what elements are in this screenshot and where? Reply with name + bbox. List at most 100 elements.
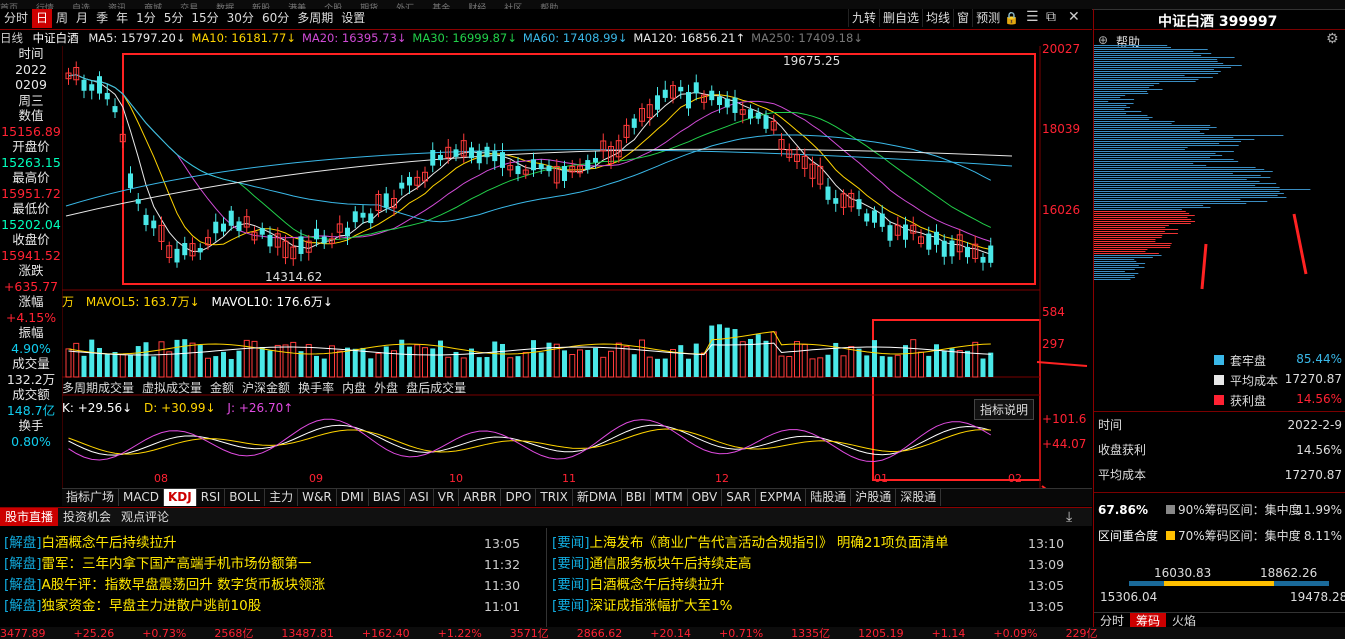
period-tab[interactable]: 60分: [258, 9, 293, 28]
period-tab[interactable]: 1分: [132, 9, 160, 28]
period-tab[interactable]: 5分: [160, 9, 188, 28]
indicator-tab[interactable]: TRIX: [536, 489, 573, 506]
toolbar-button[interactable]: 预测: [972, 9, 1003, 27]
indicator-tab[interactable]: DMI: [337, 489, 369, 506]
indicator-tab[interactable]: 主力: [265, 489, 299, 506]
news-title[interactable]: A股午评：指数早盘震荡回升 数字货币板块领涨: [42, 577, 326, 593]
news-item[interactable]: [解盘]白酒概念午后持续拉升 13:05: [4, 533, 520, 554]
indicator-tab[interactable]: ASI: [405, 489, 434, 506]
period-tab[interactable]: 分时: [0, 9, 32, 28]
indicator-tab[interactable]: VR: [434, 489, 460, 506]
news-item[interactable]: [解盘]独家资金：早盘主力进散户逃前10股 11:01: [4, 596, 520, 617]
news-title[interactable]: 深证成指涨幅扩大至1%: [590, 598, 733, 614]
period-tab[interactable]: 设置: [337, 9, 369, 28]
stat-value: 2022-2-9: [1287, 418, 1342, 432]
candle-body: [197, 248, 203, 253]
download-icon[interactable]: ⤓: [1066, 509, 1072, 525]
volume-subtab[interactable]: 多周期成交量: [62, 381, 134, 395]
indicator-tab[interactable]: 陆股通: [806, 489, 852, 506]
volume-bar: [724, 327, 730, 377]
chip-bar: [1094, 255, 1162, 256]
chip-bar: [1094, 53, 1212, 54]
indicator-tab[interactable]: KDJ: [164, 489, 197, 506]
indicator-tab[interactable]: BIAS: [369, 489, 406, 506]
news-title[interactable]: 独家资金：早盘主力进散户逃前10股: [42, 598, 262, 614]
news-tab[interactable]: 投资机会: [58, 508, 116, 526]
toolbar-button[interactable]: 窗: [953, 9, 972, 27]
chip-bar: [1094, 101, 1109, 102]
news-item[interactable]: [要闻]白酒概念午后持续拉升 13:05: [552, 575, 1064, 596]
news-title[interactable]: 白酒概念午后持续拉升: [42, 535, 177, 551]
volume-bar: [345, 347, 350, 377]
news-title[interactable]: 通信服务板块午后持续走高: [590, 556, 752, 572]
indicator-tab[interactable]: 沪股通: [851, 489, 897, 506]
chart-canvas[interactable]: [62, 46, 1093, 488]
news-tab[interactable]: 观点评论: [116, 508, 174, 526]
indicator-tab[interactable]: MTM: [651, 489, 688, 506]
news-tab[interactable]: 股市直播: [0, 508, 59, 526]
period-tab[interactable]: 30分: [223, 9, 258, 28]
news-title[interactable]: 上海发布《商业广告代言活动合规指引》 明确21项负面清单: [590, 535, 949, 551]
news-item[interactable]: [要闻]深证成指涨幅扩大至1% 13:05: [552, 596, 1064, 617]
left-panel-row: 15202.04: [1, 216, 61, 232]
chip-bar: [1094, 249, 1148, 250]
period-tab[interactable]: 月: [72, 9, 92, 28]
period-tab[interactable]: 季: [92, 9, 112, 28]
volume-bar: [569, 354, 576, 378]
toolbar-button[interactable]: 均线: [922, 9, 953, 27]
volume-subtab[interactable]: 外盘: [374, 381, 398, 395]
lock-icon[interactable]: 🔒: [1004, 11, 1019, 25]
period-tab[interactable]: 日: [32, 9, 53, 28]
period-tab[interactable]: 多周期: [293, 9, 337, 28]
indicator-tab[interactable]: OBV: [688, 489, 723, 506]
indicator-tab[interactable]: 深股通: [896, 489, 942, 506]
volume-subtab[interactable]: 盘后成交量: [406, 381, 466, 395]
indicator-help-button[interactable]: 指标说明: [974, 399, 1035, 420]
volume-subtab[interactable]: 沪深金额: [242, 381, 290, 395]
news-title[interactable]: 白酒概念午后持续拉升: [590, 577, 725, 593]
chip-bar: [1094, 195, 1278, 196]
volume-header: 万 MAVOL5: 163.7万↓ MAVOL10: 176.6万↓: [62, 293, 333, 310]
period-tab[interactable]: 年: [112, 9, 132, 28]
period-tab[interactable]: 周: [52, 9, 72, 28]
volume-bar: [476, 357, 482, 377]
volume-subtab[interactable]: 虚拟成交量: [142, 381, 202, 395]
left-panel-row: 周三: [18, 92, 44, 108]
indicator-tab[interactable]: ARBR: [459, 489, 502, 506]
news-item[interactable]: [解盘]A股午评：指数早盘震荡回升 数字货币板块领涨 11:30: [4, 575, 520, 596]
candle-body: [856, 199, 862, 210]
volume-bar: [492, 341, 498, 377]
indicator-tab[interactable]: DPO: [501, 489, 537, 506]
volume-subtab[interactable]: 换手率: [298, 381, 334, 395]
indicator-tab[interactable]: EXPMA: [756, 489, 807, 506]
indicator-tab[interactable]: RSI: [197, 489, 226, 506]
news-item[interactable]: [要闻]通信服务板块午后持续走高 13:09: [552, 554, 1064, 575]
candle-body: [980, 256, 986, 263]
chip-bar: [1094, 139, 1255, 140]
concentration-row: 67.86% 90%筹码区间：集中度 11.99%: [1094, 499, 1345, 521]
restore-icon[interactable]: ⧉: [1046, 9, 1056, 25]
news-title[interactable]: 雷军：三年内拿下国产高端手机市场份额第一: [42, 556, 312, 572]
volume-bar: [251, 340, 258, 378]
indicator-tab[interactable]: BOLL: [225, 489, 266, 506]
indicator-tab[interactable]: 新DMA: [573, 489, 622, 506]
volume-subtab[interactable]: 内盘: [342, 381, 366, 395]
indicator-tab[interactable]: MACD: [119, 489, 164, 506]
indicator-tab[interactable]: 指标广场: [62, 489, 120, 506]
indicator-tab[interactable]: W&R: [298, 489, 337, 506]
ticker-value: 13487.81: [281, 627, 334, 639]
menu-icon[interactable]: ☰: [1026, 9, 1039, 25]
indicator-tab[interactable]: BBI: [622, 489, 651, 506]
period-tab[interactable]: 15分: [187, 9, 222, 28]
concentration-row: 区间重合度 70%筹码区间：集中度 8.11%: [1094, 525, 1345, 547]
volume-bar: [352, 348, 358, 377]
candle-body: [267, 234, 273, 247]
close-icon[interactable]: ✕: [1068, 9, 1080, 25]
indicator-tab[interactable]: SAR: [722, 489, 756, 506]
toolbar-button[interactable]: 九转: [848, 9, 879, 27]
toolbar-button[interactable]: 删自选: [879, 9, 922, 27]
news-tag: [要闻]: [552, 598, 590, 614]
volume-subtab[interactable]: 金额: [210, 381, 234, 395]
news-item[interactable]: [解盘]雷军：三年内拿下国产高端手机市场份额第一 11:32: [4, 554, 520, 575]
news-item[interactable]: [要闻]上海发布《商业广告代言活动合规指引》 明确21项负面清单 13:10: [552, 533, 1064, 554]
